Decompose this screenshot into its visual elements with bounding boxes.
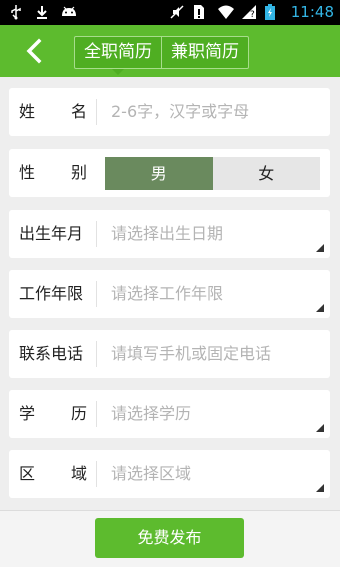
region-picker[interactable]: 请选择区域 [111, 450, 311, 498]
gender-toggle: 男 女 [105, 157, 320, 190]
name-label: 姓 名 [19, 102, 87, 121]
wifi-icon [217, 4, 234, 20]
experience-row[interactable]: 工作年限 请选择工作年限 [9, 270, 330, 318]
svg-text:?: ? [250, 10, 255, 20]
education-row[interactable]: 学 历 请选择学历 [9, 390, 330, 438]
status-time: 11:48 [290, 3, 334, 21]
region-label: 区 域 [19, 464, 87, 483]
bottom-bar: 免费发布 [0, 510, 340, 567]
phone-input[interactable] [111, 330, 311, 378]
phone-row: 联系电话 [9, 330, 330, 378]
signal-unknown-icon: ? [241, 4, 257, 20]
dropdown-corner-icon [316, 484, 324, 492]
chevron-left-icon [26, 38, 42, 64]
dropdown-corner-icon [316, 424, 324, 432]
education-picker[interactable]: 请选择学历 [111, 390, 311, 438]
divider [96, 281, 97, 307]
divider [96, 221, 97, 247]
back-button[interactable] [22, 37, 48, 65]
download-icon [34, 4, 50, 20]
mute-icon [169, 4, 185, 20]
divider [96, 461, 97, 487]
divider [96, 99, 97, 125]
sim-icon [193, 4, 209, 20]
tab-parttime-resume[interactable]: 兼职简历 [161, 37, 248, 68]
resume-type-tabs: 全职简历 兼职简历 [74, 36, 249, 75]
divider [96, 341, 97, 367]
birth-date-label: 出生年月 [19, 224, 84, 243]
birth-date-picker[interactable]: 请选择出生日期 [111, 210, 311, 258]
name-row: 姓 名 [9, 88, 330, 136]
birth-date-row[interactable]: 出生年月 请选择出生日期 [9, 210, 330, 258]
region-row[interactable]: 区 域 请选择区域 [9, 450, 330, 498]
dropdown-corner-icon [316, 244, 324, 252]
android-icon [60, 4, 76, 20]
divider [96, 401, 97, 427]
experience-picker[interactable]: 请选择工作年限 [111, 270, 311, 318]
battery-charging-icon [264, 4, 281, 20]
name-input[interactable] [111, 88, 311, 136]
dropdown-corner-icon [316, 304, 324, 312]
status-bar: ? 11:48 [0, 0, 340, 25]
gender-row: 性 别 男 女 [9, 149, 330, 197]
publish-button[interactable]: 免费发布 [95, 518, 244, 558]
tab-fulltime-resume[interactable]: 全职简历 [75, 37, 161, 75]
gender-female-option[interactable]: 女 [212, 157, 320, 190]
usb-icon [8, 4, 24, 20]
education-label: 学 历 [19, 404, 87, 423]
gender-label: 性 别 [19, 163, 87, 182]
phone-label: 联系电话 [19, 344, 84, 363]
gender-male-option[interactable]: 男 [105, 157, 213, 190]
app-header: 全职简历 兼职简历 [0, 25, 340, 77]
experience-label: 工作年限 [19, 284, 84, 303]
